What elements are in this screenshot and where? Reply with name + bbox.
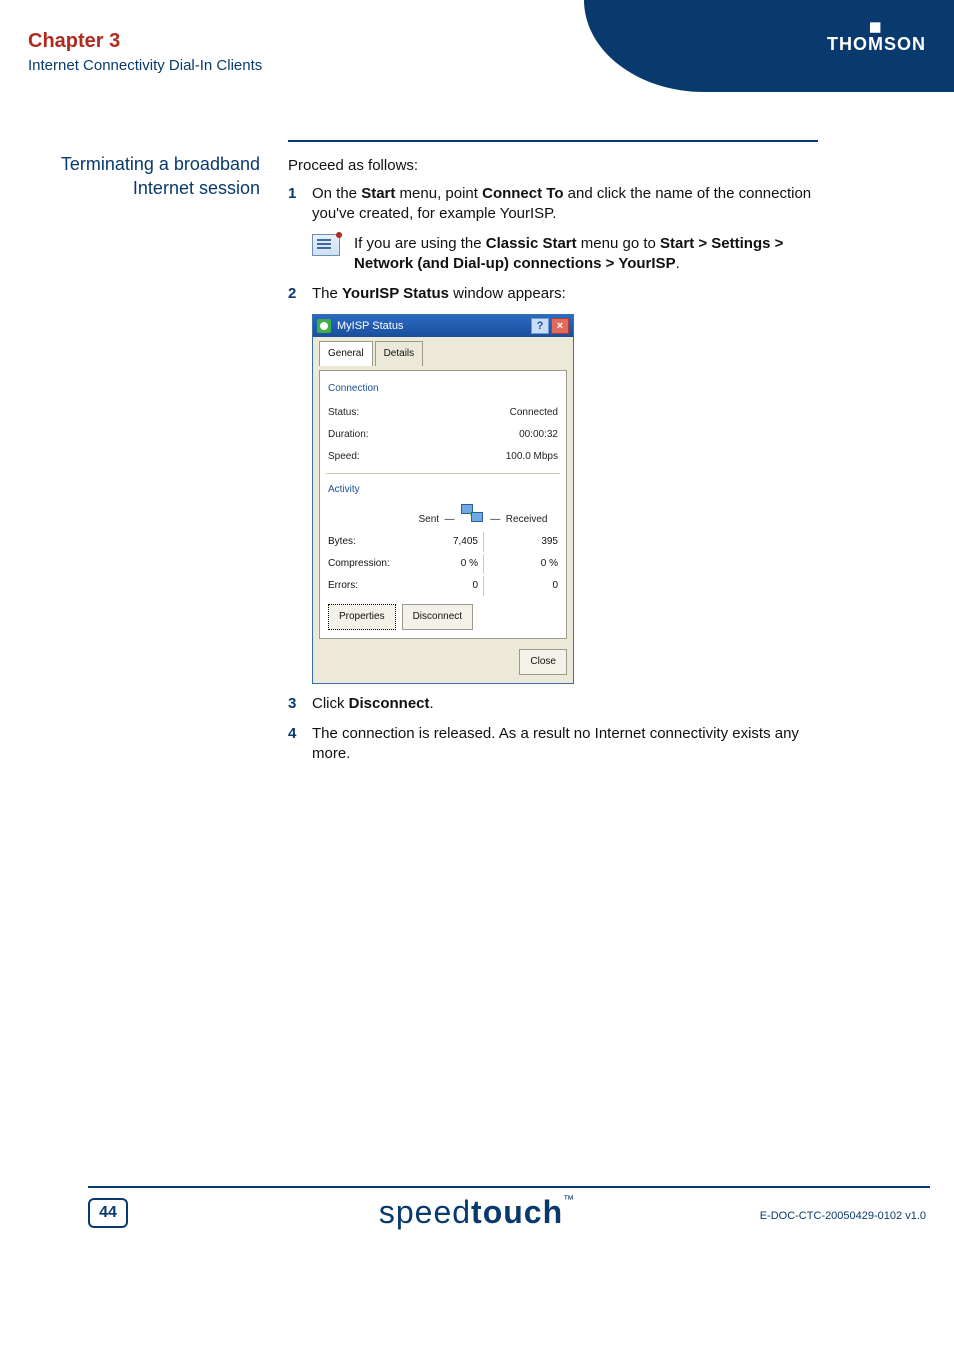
t: window appears: xyxy=(449,285,566,302)
logo-part1: speed xyxy=(379,1194,471,1230)
status-label: Status: xyxy=(328,403,408,423)
activity-icon xyxy=(461,504,483,522)
status-dialog: MyISP Status ? × General Details Connect… xyxy=(312,314,574,684)
step-number: 4 xyxy=(288,724,312,764)
sent-label: Sent xyxy=(419,514,440,525)
section-side-title: Terminating a broadband Internet session xyxy=(28,152,260,200)
compression-label: Compression: xyxy=(328,554,408,574)
compression-sent: 0 % xyxy=(408,554,478,574)
t: . xyxy=(430,695,434,712)
t: The xyxy=(312,285,342,302)
chapter-subtitle: Internet Connectivity Dial-In Clients xyxy=(28,57,262,74)
section-rule xyxy=(288,140,818,142)
connection-icon xyxy=(317,319,331,333)
tab-details[interactable]: Details xyxy=(375,341,424,366)
step-2-text: The YourISP Status window appears: xyxy=(312,284,818,304)
step-3-text: Click Disconnect. xyxy=(312,694,818,714)
note-icon xyxy=(312,234,354,274)
speed-label: Speed: xyxy=(328,447,408,467)
t: menu go to xyxy=(577,235,660,252)
step-4-text: The connection is released. As a result … xyxy=(312,724,818,764)
dialog-title: MyISP Status xyxy=(337,316,403,336)
speed-value: 100.0 Mbps xyxy=(408,447,558,467)
step-number: 2 xyxy=(288,284,312,304)
duration-value: 00:00:32 xyxy=(408,425,558,445)
brand-logo: ◆ THOMSON xyxy=(827,20,926,55)
t: menu, point xyxy=(395,185,482,202)
chapter-title: Chapter 3 xyxy=(28,30,262,53)
disconnect-button[interactable]: Disconnect xyxy=(402,604,473,630)
t: On the xyxy=(312,185,361,202)
help-button[interactable]: ? xyxy=(531,318,549,334)
intro-text: Proceed as follows: xyxy=(288,156,818,176)
compression-recv: 0 % xyxy=(488,554,558,574)
errors-label: Errors: xyxy=(328,576,408,596)
bytes-sent: 7,405 xyxy=(408,532,478,552)
received-label: Received xyxy=(506,514,548,525)
t: Connect To xyxy=(482,185,563,202)
properties-button[interactable]: Properties xyxy=(328,604,396,630)
t: Classic Start xyxy=(486,235,577,252)
logo-part2: touch xyxy=(471,1194,563,1230)
t: Start xyxy=(361,185,395,202)
doc-id: E-DOC-CTC-20050429-0102 v1.0 xyxy=(760,1210,926,1222)
duration-label: Duration: xyxy=(328,425,408,445)
t: . xyxy=(676,255,680,272)
step-number: 1 xyxy=(288,184,312,224)
t: Disconnect xyxy=(349,695,430,712)
errors-sent: 0 xyxy=(408,576,478,596)
status-value: Connected xyxy=(408,403,558,423)
bytes-recv: 395 xyxy=(488,532,558,552)
close-button[interactable]: × xyxy=(551,318,569,334)
step-1-text: On the Start menu, point Connect To and … xyxy=(312,184,818,224)
tab-general[interactable]: General xyxy=(319,341,373,366)
group-activity: Activity xyxy=(328,480,558,500)
note-text: If you are using the Classic Start menu … xyxy=(354,234,818,274)
errors-recv: 0 xyxy=(488,576,558,596)
group-connection: Connection xyxy=(328,379,558,399)
close-dialog-button[interactable]: Close xyxy=(519,649,567,675)
footer-rule xyxy=(88,1186,930,1188)
t: Click xyxy=(312,695,349,712)
logo-tm: ™ xyxy=(563,1194,575,1206)
t: YourISP Status xyxy=(342,285,449,302)
t: If you are using the xyxy=(354,235,486,252)
step-number: 3 xyxy=(288,694,312,714)
bytes-label: Bytes: xyxy=(328,532,408,552)
